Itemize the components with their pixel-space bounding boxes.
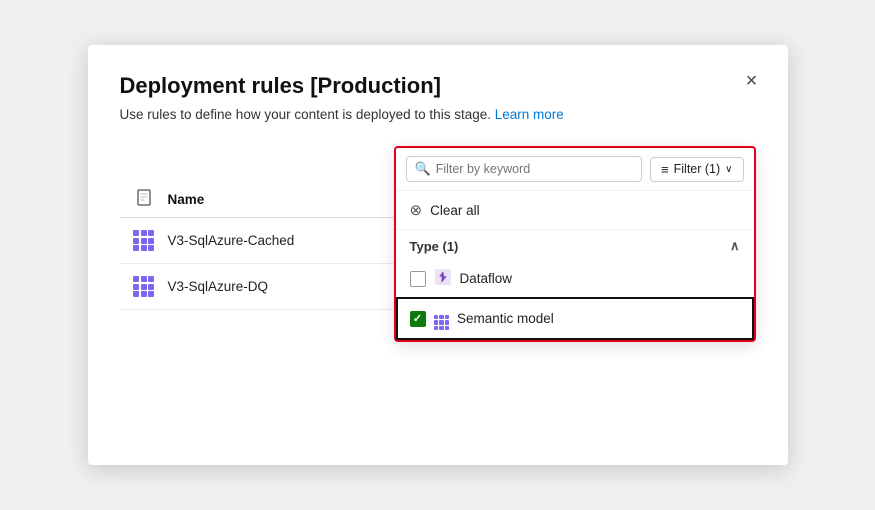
check-icon: ✓ xyxy=(413,312,422,325)
type-section-header: Type (1) ∧ xyxy=(396,230,754,260)
doc-icon xyxy=(137,194,151,209)
toolbar: 🔍 ≡ Filter (1) ∨ 🔍 ≡ Filter (1) ∨ xyxy=(120,146,756,175)
dropdown-search-icon: 🔍 xyxy=(415,161,431,177)
close-button[interactable]: × xyxy=(736,65,768,97)
deployment-rules-dialog: × Deployment rules [Production] Use rule… xyxy=(88,45,788,465)
semantic-model-label: Semantic model xyxy=(457,311,554,326)
dialog-title: Deployment rules [Production] xyxy=(120,73,756,99)
filter-lines-icon: ≡ xyxy=(661,162,669,177)
clear-all-row[interactable]: ⊗ Clear all xyxy=(396,191,754,230)
dropdown-filter-active-button[interactable]: ≡ Filter (1) ∨ xyxy=(650,157,743,182)
type-section-label: Type (1) xyxy=(410,239,459,254)
row-icon-1 xyxy=(120,276,168,297)
semantic-model-icon xyxy=(434,307,450,330)
dropdown-search-input[interactable] xyxy=(436,162,633,176)
semantic-model-checkbox[interactable]: ✓ xyxy=(410,311,426,327)
row-icon-0 xyxy=(120,230,168,251)
dataflow-icon xyxy=(434,268,452,289)
filter-option-dataflow[interactable]: Dataflow xyxy=(396,260,754,297)
dropdown-header: 🔍 ≡ Filter (1) ∨ xyxy=(396,148,754,191)
dropdown-chevron-icon: ∨ xyxy=(725,164,732,175)
semantic-model-icon xyxy=(133,276,154,297)
learn-more-link[interactable]: Learn more xyxy=(495,107,564,122)
icon-column-header xyxy=(120,189,168,209)
dataflow-label: Dataflow xyxy=(460,271,513,286)
dataflow-checkbox[interactable] xyxy=(410,271,426,287)
filter-dropdown-panel: 🔍 ≡ Filter (1) ∨ ⊗ Clear all Type (1) ∧ xyxy=(394,146,756,342)
clear-all-icon: ⊗ xyxy=(410,201,423,219)
dropdown-search-box[interactable]: 🔍 xyxy=(406,156,643,182)
dialog-subtitle: Use rules to define how your content is … xyxy=(120,107,756,122)
collapse-icon[interactable]: ∧ xyxy=(730,238,740,254)
clear-all-label: Clear all xyxy=(430,203,480,218)
filter-active-label: Filter (1) xyxy=(674,162,721,176)
semantic-model-icon xyxy=(133,230,154,251)
filter-option-semantic-model[interactable]: ✓ Semantic model xyxy=(396,297,754,340)
